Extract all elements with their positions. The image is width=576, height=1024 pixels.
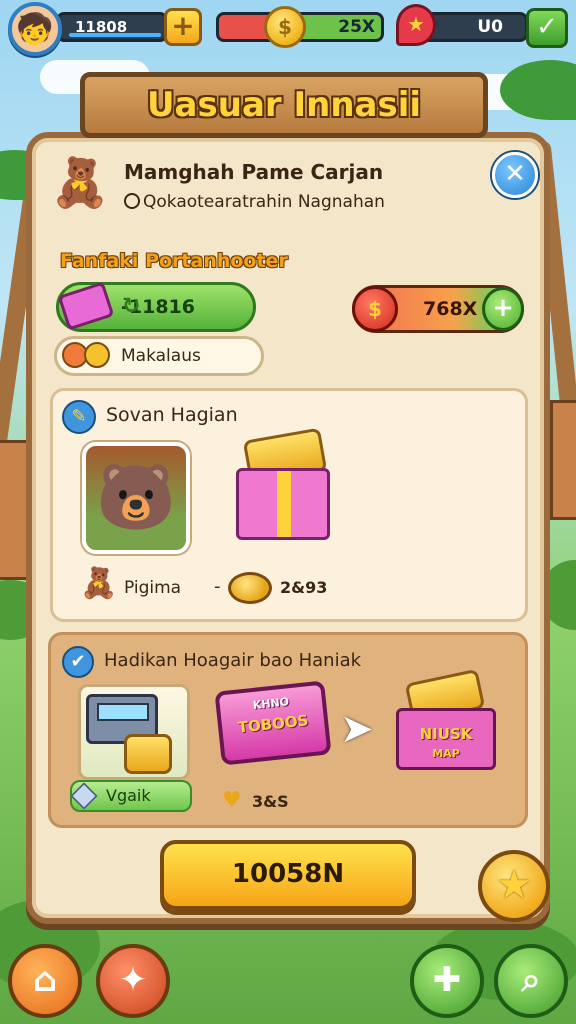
coin-icon: $ [264,6,306,48]
magic-wand-button[interactable]: ✦ [96,944,170,1018]
coins-pill-label: Makalaus [121,346,201,366]
header-subtitle: Qokaotearatrahin Nagnahan [124,192,385,212]
arrow-right-icon: ➤ [340,706,374,752]
gem-amount: U0 [477,17,503,37]
leaf-icon: ✔ [62,646,94,678]
player-avatar[interactable]: 🧒 [8,2,62,56]
teddy-bear-icon: 🧸 [50,155,110,211]
xp-bar: 11808 [56,12,168,42]
gem-icon: ★ [396,4,436,46]
add-xp-button[interactable]: + [164,8,202,46]
card1-dash: - [214,576,221,597]
big-gift-label: NIUSK [419,725,473,743]
card1-value: 2&93 [280,578,328,597]
red-coin-icon: $ [352,286,398,332]
coin-amount: 25X [338,17,375,37]
panel-title: Uasuar Innasii [80,72,488,138]
gift-box-icon[interactable] [236,468,330,540]
big-ticket-label: TOBOOS [236,711,310,737]
rewards-section-title: Fanfaki Portanhooter [60,250,288,272]
header-title: Mamghah Pame Carjan [124,160,384,184]
home-button[interactable]: ⌂ [8,944,82,1018]
tools-button[interactable]: ✚ [410,944,484,1018]
big-ticket-icon[interactable]: KHNO TOBOOS [214,680,332,766]
close-button[interactable]: ✕ [492,152,538,198]
header-subtitle-text: Qokaotearatrahin Nagnahan [143,192,385,212]
voucher-label: Vgaik [106,786,151,805]
refresh-icon: ↻ [122,294,141,319]
coins-icon [62,342,112,368]
card1-label: Pigima [124,578,182,598]
currency-counter-value: 768X [423,298,478,320]
star-button[interactable]: ★ [478,850,550,922]
xp-fill [69,33,161,37]
brush-icon: ✎ [62,400,96,434]
search-button[interactable]: ⌕ [494,944,568,1018]
confirm-button[interactable]: ✓ [526,8,568,48]
main-action-button[interactable]: 10058N [160,840,416,910]
card1-title: Sovan Hagian [106,404,238,426]
big-gift-icon[interactable]: NIUSK MAP [396,708,496,770]
big-gift-sublabel: MAP [432,747,460,760]
bear-portrait[interactable]: 🐻 [82,442,190,554]
add-currency-button[interactable]: + [482,287,524,331]
top-hud: 11808 🧒 + 25X $ U0 ★ ✓ [0,0,576,58]
dice-icon [124,734,172,774]
info-icon [124,193,140,209]
coin-mini-icon [228,572,272,604]
card2-title: Hadikan Hoagair bao Haniak [104,650,362,671]
heart-coin-icon: ♥ [222,788,242,813]
small-bear-icon: 🧸 [80,566,118,601]
card2-value: 3&S [252,792,289,811]
